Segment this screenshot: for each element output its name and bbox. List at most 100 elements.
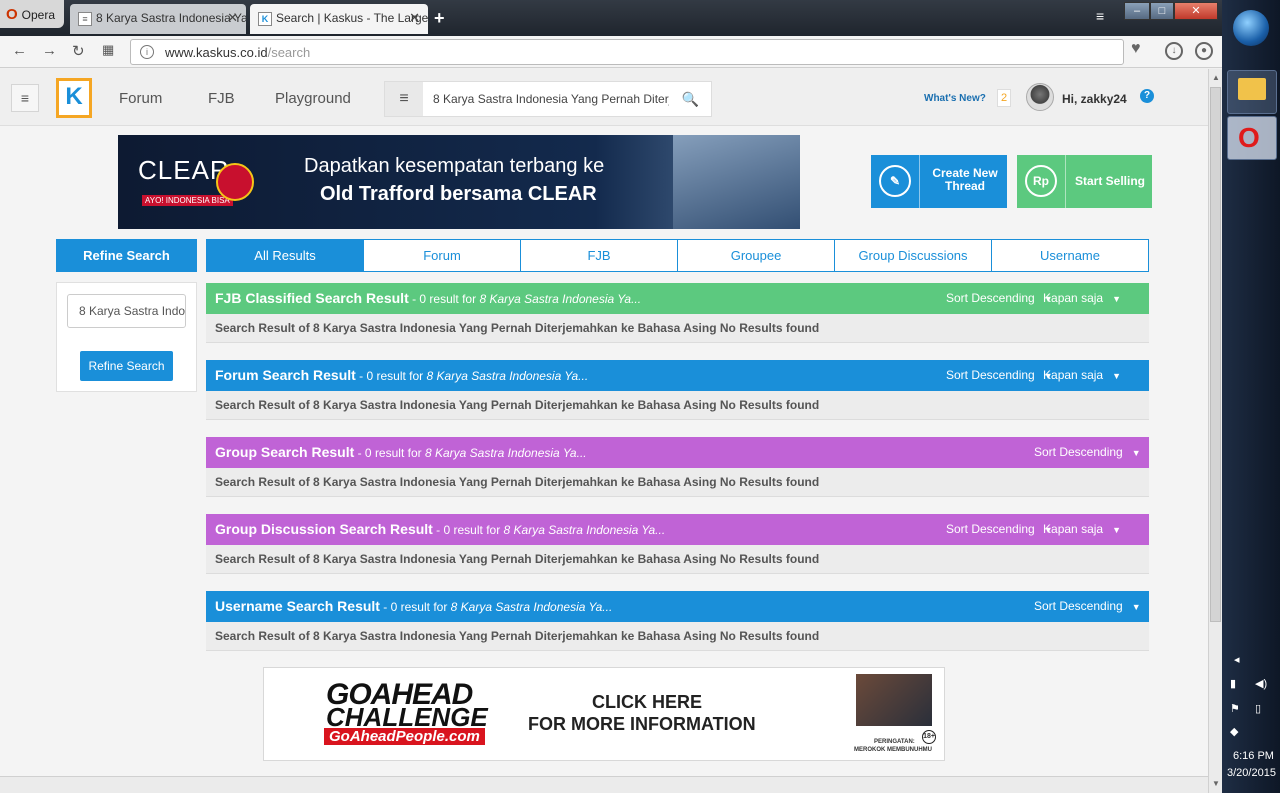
- close-window-button[interactable]: ✕: [1174, 2, 1218, 20]
- section-subtitle: - 0 result for: [432, 523, 504, 537]
- scroll-up-icon[interactable]: ▲: [1212, 73, 1220, 82]
- nav-playground[interactable]: Playground: [275, 90, 351, 107]
- show-hidden-icons-icon[interactable]: ◂: [1234, 653, 1240, 666]
- tab-article[interactable]: ≡ 8 Karya Sastra Indonesia Yang Pernah ✕: [70, 4, 246, 34]
- horizontal-scrollbar[interactable]: [0, 776, 1208, 793]
- tab-fjb[interactable]: FJB: [521, 240, 678, 271]
- sort-label: Sort Descending: [946, 291, 1035, 305]
- close-tab-icon[interactable]: ✕: [227, 10, 238, 26]
- section-subtitle: - 0 result for: [355, 369, 427, 383]
- tab-username[interactable]: Username: [992, 240, 1148, 271]
- ad-cta-2: FOR MORE INFORMATION: [528, 714, 756, 734]
- reload-icon[interactable]: ↻: [72, 42, 85, 60]
- whats-new-link[interactable]: What's New?: [924, 93, 986, 104]
- section-title: FJB Classified Search Result: [215, 290, 409, 306]
- section-query: 8 Karya Sastra Indonesia Ya...: [424, 446, 587, 460]
- close-tab-icon[interactable]: ✕: [409, 10, 420, 26]
- volume-icon[interactable]: ◀): [1255, 677, 1267, 690]
- tray-app-icon[interactable]: ◆: [1230, 725, 1238, 738]
- sort-label: Sort Descending: [1034, 599, 1123, 613]
- section-title: Group Discussion Search Result: [215, 521, 433, 537]
- tab-forum[interactable]: Forum: [364, 240, 521, 271]
- windows-start-icon[interactable]: [1233, 10, 1269, 46]
- result-message: Search Result of 8 Karya Sastra Indonesi…: [206, 545, 1149, 574]
- divider: [1065, 155, 1066, 208]
- section-header: Username Search Result - 0 result for 8 …: [206, 591, 1149, 622]
- opera-menu-button[interactable]: O Opera: [0, 0, 64, 28]
- refine-search-button[interactable]: Refine Search: [80, 351, 173, 381]
- site-info-icon[interactable]: i: [140, 45, 154, 59]
- time-dropdown[interactable]: Kapan saja ▼: [1043, 514, 1121, 546]
- time-dropdown[interactable]: Kapan saja ▼: [1043, 283, 1121, 315]
- banner-tag: AYO! INDONESIA BISA: [142, 195, 233, 206]
- pencil-icon: ✎: [879, 165, 911, 197]
- search-icon[interactable]: 🔍: [682, 91, 699, 108]
- section-query: 8 Karya Sastra Indonesia Ya...: [426, 369, 589, 383]
- banner-photo: [673, 135, 800, 229]
- forum-result-section: Forum Search Result - 0 result for 8 Kar…: [206, 360, 1149, 420]
- help-icon[interactable]: ?: [1140, 89, 1154, 103]
- network-icon[interactable]: ▮: [1230, 677, 1236, 690]
- section-header: Group Discussion Search Result - 0 resul…: [206, 514, 1149, 545]
- clock-time[interactable]: 6:16 PM: [1233, 750, 1274, 762]
- new-tab-button[interactable]: +: [434, 8, 445, 29]
- create-thread-label: Create New Thread: [932, 166, 998, 193]
- nav-forum[interactable]: Forum: [119, 90, 162, 107]
- maximize-button[interactable]: □: [1150, 2, 1174, 20]
- result-message: Search Result of 8 Karya Sastra Indonesi…: [206, 622, 1149, 651]
- result-message: Search Result of 8 Karya Sastra Indonesi…: [206, 468, 1149, 497]
- notification-count[interactable]: 2: [997, 89, 1011, 107]
- header-search: ≡ 8 Karya Sastra Indonesia Yang Pernah D…: [384, 81, 712, 117]
- section-title: Username Search Result: [215, 598, 380, 614]
- clock-date[interactable]: 3/20/2015: [1227, 767, 1276, 779]
- sort-label: Sort Descending: [946, 522, 1035, 536]
- sort-dropdown[interactable]: Sort Descending ▼: [946, 514, 1053, 546]
- clear-banner-ad[interactable]: CLEAR AYO! INDONESIA BISA Dapatkan kesem…: [118, 135, 800, 229]
- start-selling-button[interactable]: Rp Start Selling: [1017, 155, 1152, 208]
- minimize-button[interactable]: –: [1124, 2, 1150, 20]
- kaskus-favicon-icon: K: [258, 11, 272, 26]
- back-arrow-icon[interactable]: ←: [12, 42, 27, 59]
- scrollbar-thumb[interactable]: [1210, 87, 1221, 622]
- chevron-down-icon: ▼: [1131, 602, 1141, 612]
- sort-dropdown[interactable]: Sort Descending ▼: [946, 283, 1053, 315]
- refine-search-input[interactable]: 8 Karya Sastra Indonesia Yang Pernah Dit…: [67, 294, 186, 328]
- group-result-section: Group Search Result - 0 result for 8 Kar…: [206, 437, 1149, 497]
- chevron-down-icon: ▼: [1131, 448, 1141, 458]
- action-center-flag-icon[interactable]: ⚑: [1230, 702, 1240, 715]
- section-header: FJB Classified Search Result - 0 result …: [206, 283, 1149, 314]
- scroll-down-icon[interactable]: ▼: [1212, 779, 1220, 788]
- search-input[interactable]: 8 Karya Sastra Indonesia Yang Pernah Dit…: [433, 92, 669, 106]
- section-subtitle: - 0 result for: [354, 446, 425, 460]
- section-header: Forum Search Result - 0 result for 8 Kar…: [206, 360, 1149, 391]
- kaskus-logo[interactable]: K: [56, 78, 92, 118]
- sort-dropdown[interactable]: Sort Descending ▼: [946, 360, 1053, 392]
- account-icon[interactable]: ●: [1195, 42, 1213, 60]
- result-message: Search Result of 8 Karya Sastra Indonesi…: [206, 314, 1149, 343]
- user-greeting[interactable]: Hi, zakky24: [1062, 92, 1127, 106]
- tab-menu-icon[interactable]: ≡: [1096, 8, 1104, 24]
- tab-search[interactable]: KSearch | Kaskus - The Largest Indonesi …: [250, 4, 428, 34]
- search-category-menu-icon[interactable]: ≡: [385, 82, 423, 116]
- sort-dropdown[interactable]: Sort Descending ▼: [1034, 591, 1141, 623]
- time-dropdown[interactable]: Kapan saja ▼: [1043, 360, 1121, 392]
- tab-all-results[interactable]: All Results: [207, 240, 364, 271]
- folder-icon: [1238, 78, 1266, 100]
- speed-dial-grid-icon[interactable]: ▦: [102, 42, 114, 58]
- hamburger-icon[interactable]: ≡: [11, 84, 39, 112]
- avatar[interactable]: [1026, 83, 1054, 111]
- goahead-banner-ad[interactable]: GOAHEAD CHALLENGE GoAheadPeople.com CLIC…: [263, 667, 945, 761]
- sort-dropdown[interactable]: Sort Descending ▼: [1034, 437, 1141, 469]
- forward-arrow-icon[interactable]: →: [42, 42, 57, 59]
- power-icon[interactable]: ▯: [1255, 702, 1261, 715]
- opera-logo-icon: O: [6, 6, 18, 23]
- vertical-scrollbar[interactable]: ▲ ▼: [1208, 69, 1222, 793]
- create-thread-button[interactable]: ✎ Create New Thread: [871, 155, 1007, 208]
- result-message: Search Result of 8 Karya Sastra Indonesi…: [206, 391, 1149, 420]
- url-bar[interactable]: i www.kaskus.co.id/search: [130, 39, 1124, 65]
- tab-group-discussions[interactable]: Group Discussions: [835, 240, 992, 271]
- nav-fjb[interactable]: FJB: [208, 90, 235, 107]
- tab-groupee[interactable]: Groupee: [678, 240, 835, 271]
- download-icon[interactable]: ↓: [1165, 42, 1183, 60]
- heart-icon[interactable]: ♥: [1131, 40, 1141, 58]
